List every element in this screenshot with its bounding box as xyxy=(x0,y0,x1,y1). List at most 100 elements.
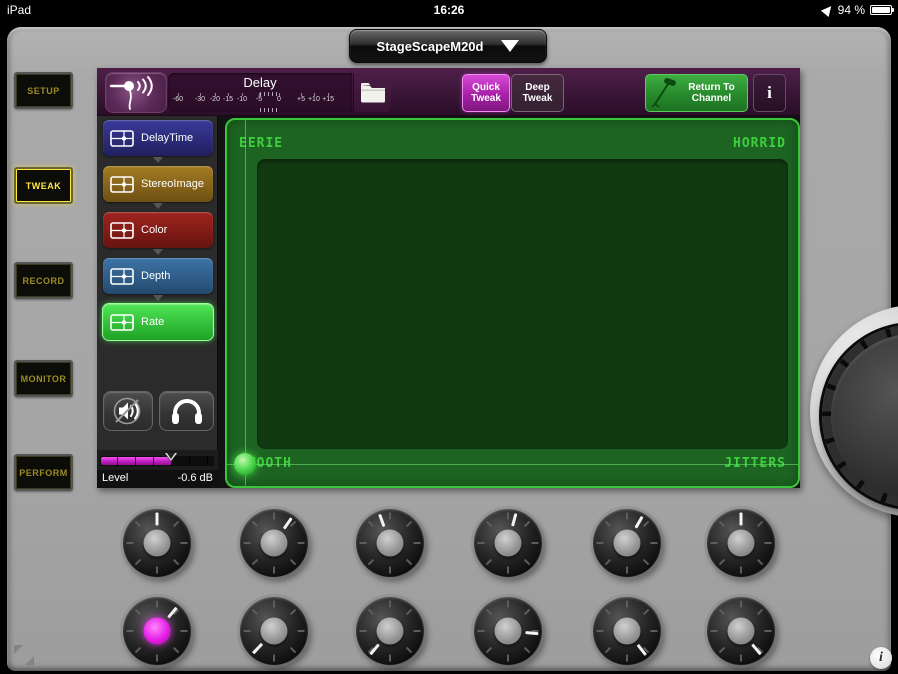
rotary-knob[interactable] xyxy=(356,597,424,665)
knob-tick xyxy=(289,646,297,654)
param-label: StereoImage xyxy=(141,178,204,190)
app-info-label: i xyxy=(879,650,883,665)
rotary-knob[interactable] xyxy=(593,597,661,665)
knob-tick xyxy=(405,558,413,566)
knob-tick xyxy=(134,520,142,528)
knob-tick xyxy=(740,654,742,662)
param-button-depth[interactable]: Depth xyxy=(103,258,213,294)
knob-tick xyxy=(507,600,509,608)
knob-tick xyxy=(642,520,650,528)
rotary-knob[interactable] xyxy=(593,509,661,577)
knob-cap xyxy=(260,529,288,557)
knob-tick xyxy=(289,520,297,528)
battery-percent: 94 % xyxy=(837,3,865,17)
quick-tweak-button[interactable]: Quick Tweak xyxy=(462,74,510,112)
rotary-knob[interactable] xyxy=(240,597,308,665)
knob-tick xyxy=(389,512,391,520)
knob-tick xyxy=(134,608,142,616)
knob-cap xyxy=(613,617,641,645)
xy-pad-icon xyxy=(110,267,134,285)
rotary-knob[interactable] xyxy=(356,509,424,577)
knob-indicator xyxy=(634,515,644,529)
knob-tick xyxy=(413,542,421,544)
xy-pad-icon xyxy=(110,221,134,239)
battery-icon xyxy=(870,5,894,15)
rotary-knob[interactable] xyxy=(707,597,775,665)
knob-indicator xyxy=(511,513,518,527)
knob-cap xyxy=(143,529,171,557)
db-scale-label: -5 xyxy=(255,93,263,103)
param-separator-arrow-icon xyxy=(153,203,163,209)
knob-tick xyxy=(485,558,493,566)
knob-tick xyxy=(251,520,259,528)
knob-tick xyxy=(289,558,297,566)
sidebar-item-setup[interactable]: SETUP xyxy=(14,72,73,109)
knob-indicator xyxy=(378,513,386,528)
knob-tick xyxy=(389,566,391,574)
channel-source-button[interactable] xyxy=(105,72,167,113)
knob-tick xyxy=(251,608,259,616)
knob-tick xyxy=(596,630,604,632)
knob-tick xyxy=(604,646,612,654)
param-label: Depth xyxy=(141,270,171,282)
knob-tick xyxy=(626,512,628,520)
param-button-rate[interactable]: Rate xyxy=(102,303,214,341)
knob-tick xyxy=(507,566,509,574)
location-arrow-icon xyxy=(820,2,835,18)
db-scale-label: -30 xyxy=(194,93,206,103)
deep-tweak-button[interactable]: Deep Tweak xyxy=(511,74,564,112)
headphones-button[interactable] xyxy=(159,391,214,431)
knob-tick xyxy=(243,542,251,544)
xy-puck[interactable] xyxy=(234,453,256,475)
level-value: -0.6 dB xyxy=(177,472,213,484)
rotary-knob[interactable] xyxy=(123,509,191,577)
chevron-down-icon xyxy=(501,40,520,52)
speaker-mute-button[interactable] xyxy=(103,391,153,431)
param-button-delaytime[interactable]: DelayTime xyxy=(103,120,213,156)
knob-tick xyxy=(507,654,509,662)
rotary-knob[interactable] xyxy=(474,597,542,665)
param-button-stereoimage[interactable]: StereoImage xyxy=(103,166,213,202)
return-to-channel-button[interactable]: Return To Channel xyxy=(645,74,748,112)
param-label: Rate xyxy=(141,316,165,328)
sidebar-item-tweak[interactable]: TWEAK xyxy=(14,167,73,204)
knob-tick xyxy=(367,608,375,616)
db-scale: -60 -30 -20 -15 -10 -5 0 +5 +10 +15 xyxy=(168,92,352,112)
level-fader-handle[interactable] xyxy=(164,453,177,461)
sidebar-item-monitor[interactable]: MONITOR xyxy=(14,360,73,397)
preset-folder-button[interactable] xyxy=(353,73,391,112)
sidebar-item-perform[interactable]: PERFORM xyxy=(14,454,73,491)
fx-info-button[interactable]: i xyxy=(753,74,786,112)
resize-arrow-nw xyxy=(14,645,23,654)
rotary-knob[interactable] xyxy=(474,509,542,577)
knob-tick xyxy=(642,558,650,566)
knob-tick xyxy=(626,654,628,662)
knob-cap-lit xyxy=(143,617,171,645)
knob-tick xyxy=(289,608,297,616)
headphones-icon xyxy=(171,399,202,424)
knob-tick xyxy=(359,542,367,544)
knob-tick xyxy=(626,566,628,574)
knob-tick xyxy=(604,558,612,566)
resize-icon[interactable] xyxy=(14,645,34,665)
rotary-knob[interactable] xyxy=(240,509,308,577)
param-separator-arrow-icon xyxy=(153,249,163,255)
app-info-button[interactable]: i xyxy=(870,647,892,669)
rotary-knob[interactable] xyxy=(707,509,775,577)
knob-tick xyxy=(367,558,375,566)
rotary-knob[interactable] xyxy=(123,597,191,665)
knob-indicator xyxy=(369,643,380,656)
xy-tweak-pad[interactable]: EERIE HORRID SMOOTH JITTERS xyxy=(225,118,800,488)
xy-pad-display xyxy=(257,159,788,449)
device-selector-dropdown[interactable]: StageScapeM20d xyxy=(349,29,547,63)
param-button-color[interactable]: Color xyxy=(103,212,213,248)
parameter-panel: DelayTime StereoImage Color Depth Rate L… xyxy=(97,116,218,488)
sidebar-item-record[interactable]: RECORD xyxy=(14,262,73,299)
level-meter[interactable] xyxy=(100,453,214,466)
knob-tick xyxy=(405,646,413,654)
knob-tick xyxy=(642,608,650,616)
knob-tick xyxy=(126,630,134,632)
knob-cap xyxy=(494,617,522,645)
db-scale-label: -15 xyxy=(222,93,234,103)
param-separator-arrow-icon xyxy=(153,295,163,301)
